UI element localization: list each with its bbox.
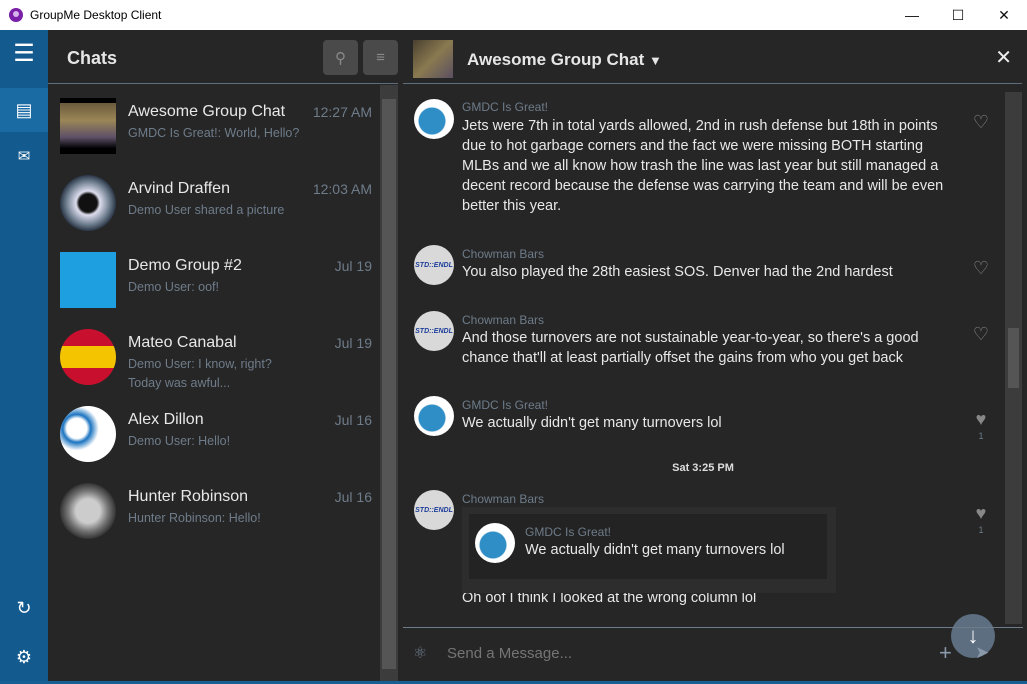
chat-time: Jul 16 [334, 412, 372, 428]
chat-row[interactable]: Hunter Robinson Jul 16 Hunter Robinson: … [48, 472, 380, 549]
chat-preview: Demo User: I know, right? Today was awfu… [128, 357, 272, 390]
mail-search-icon[interactable]: ✉ [0, 134, 48, 178]
chat-time: Jul 19 [334, 258, 372, 274]
chat-preview: GMDC Is Great!: World, Hello? [128, 126, 300, 140]
chat-name: Demo Group #2 [128, 257, 242, 274]
avatar [60, 175, 116, 231]
chat-row[interactable]: Arvind Draffen 12:03 AM Demo User shared… [48, 164, 380, 241]
chat-name: Awesome Group Chat [128, 103, 286, 120]
liked-heart-icon[interactable]: ♥ [971, 503, 991, 524]
group-avatar [413, 40, 453, 78]
list-icon: ≡ [376, 49, 385, 66]
window-title: GroupMe Desktop Client [30, 8, 162, 22]
title-bar: GroupMe Desktop Client — ☐ ✕ [0, 0, 1027, 30]
close-chat-button[interactable]: ✕ [995, 45, 1012, 70]
avatar [60, 98, 116, 154]
message-text: We actually didn't get many turnovers lo… [462, 415, 722, 431]
emoji-atom-icon[interactable]: ⚛ [413, 643, 427, 663]
sender-name: Chowman Bars [462, 492, 545, 506]
nav-rail: ☰ ▤ ✉ ↻ ⚙ [0, 30, 48, 684]
quoted-sender: GMDC Is Great! [525, 525, 612, 539]
chat-name: Arvind Draffen [128, 180, 230, 197]
message-list: GMDC Is Great! Jets were 7th in total ya… [403, 85, 1003, 658]
avatar [414, 396, 454, 436]
messages-scrollbar[interactable] [1005, 92, 1022, 624]
add-attachment-icon[interactable]: + [939, 640, 952, 666]
chat-row[interactable]: Awesome Group Chat 12:27 AM GMDC Is Grea… [48, 87, 380, 164]
quoted-message: GMDC Is Great! We actually didn't get ma… [462, 507, 836, 593]
chat-row[interactable]: Demo Group #2 Jul 19 Demo User: oof! [48, 241, 380, 318]
chat-time: 12:27 AM [312, 104, 372, 120]
filter-button[interactable]: ≡ [363, 40, 398, 75]
chat-list-panel: Chats ⚲ ≡ Awesome Group Chat 12:27 AM GM… [48, 30, 398, 684]
quoted-text: We actually didn't get many turnovers lo… [525, 542, 785, 558]
group-avatar-icon [60, 252, 116, 308]
sender-name: Chowman Bars [462, 313, 545, 327]
like-heart-icon[interactable]: ♡ [971, 112, 991, 133]
maximize-button[interactable]: ☐ [935, 0, 981, 30]
chat-name: Hunter Robinson [128, 488, 249, 505]
chat-row[interactable]: Mateo Canabal Jul 19 Demo User: I know, … [48, 318, 380, 395]
sender-name: GMDC Is Great! [462, 398, 549, 412]
hamburger-icon[interactable]: ☰ [0, 30, 48, 76]
avatar: STD::ENDL [414, 490, 454, 530]
gear-icon[interactable]: ⚙ [0, 635, 48, 679]
sender-name: GMDC Is Great! [462, 100, 549, 114]
search-icon: ⚲ [335, 49, 346, 67]
message-composer: ⚛ + ➤ [403, 627, 1023, 684]
message-text: And those turnovers are not sustainable … [462, 330, 919, 366]
chat-row[interactable]: Alex Dillon Jul 16 Demo User: Hello! [48, 395, 380, 472]
chat-name: Alex Dillon [128, 411, 204, 428]
like-count: 1 [978, 525, 984, 535]
chat-time: 12:03 AM [312, 181, 372, 197]
send-icon[interactable]: ➤ [975, 643, 989, 663]
close-window-button[interactable]: ✕ [981, 0, 1027, 30]
search-button[interactable]: ⚲ [323, 40, 358, 75]
chat-preview: Hunter Robinson: Hello! [128, 511, 261, 525]
minimize-button[interactable]: — [889, 0, 935, 30]
avatar [60, 406, 116, 462]
chat-time: Jul 16 [334, 489, 372, 505]
avatar [60, 483, 116, 539]
chat-name: Mateo Canabal [128, 334, 237, 351]
refresh-icon[interactable]: ↻ [0, 586, 48, 630]
like-heart-icon[interactable]: ♡ [971, 258, 991, 279]
chat-bubble-icon[interactable]: ▤ [0, 88, 48, 132]
avatar: STD::ENDL [414, 311, 454, 351]
like-count: 1 [978, 431, 984, 441]
message-text: You also played the 28th easiest SOS. De… [462, 264, 893, 280]
chat-list-scrollbar[interactable] [380, 85, 398, 684]
like-heart-icon[interactable]: ♡ [971, 324, 991, 345]
dropdown-icon[interactable]: ▼ [649, 53, 662, 68]
liked-heart-icon[interactable]: ♥ [971, 409, 991, 430]
groupme-logo-icon [9, 8, 23, 22]
chat-preview: Demo User shared a picture [128, 203, 285, 217]
chat-time: Jul 19 [334, 335, 372, 351]
avatar [475, 523, 515, 563]
chat-preview: Demo User: oof! [128, 280, 220, 294]
message-text: Jets were 7th in total yards allowed, 2n… [462, 118, 944, 214]
avatar [414, 99, 454, 139]
chats-title: Chats [67, 48, 118, 68]
conversation-panel: Awesome Group Chat ▼ ✕ GMDC Is Great! Je… [398, 30, 1027, 684]
chat-preview: Demo User: Hello! [128, 434, 231, 448]
sender-name: Chowman Bars [462, 247, 545, 261]
avatar: STD::ENDL [414, 245, 454, 285]
chat-title[interactable]: Awesome Group Chat ▼ [467, 50, 662, 70]
timestamp: Sat 3:25 PM [672, 462, 734, 474]
message-input[interactable] [447, 645, 897, 662]
avatar [60, 329, 116, 385]
